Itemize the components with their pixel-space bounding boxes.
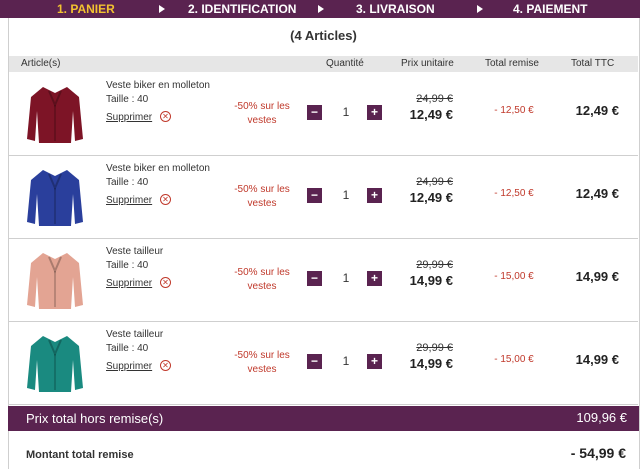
cart-table-header: Article(s) Quantité Prix unitaire Total … — [9, 56, 638, 72]
row-discount: - 12,50 € — [494, 105, 534, 116]
old-price: 24,99 € — [416, 176, 453, 188]
total-label: Prix total hors remise(s) — [26, 411, 164, 426]
remove-link[interactable]: Supprimer — [106, 112, 152, 123]
product-image[interactable] — [25, 247, 85, 313]
old-price: 24,99 € — [416, 93, 453, 105]
promo-label: -50% sur les vestes — [234, 101, 290, 126]
product-size: Taille : 40 — [106, 94, 149, 105]
promo-label: -50% sur les vestes — [234, 267, 290, 292]
remove-x-icon[interactable]: ✕ — [160, 194, 171, 205]
old-price: 29,99 € — [416, 259, 453, 271]
product-size: Taille : 40 — [106, 343, 149, 354]
remove-link[interactable]: Supprimer — [106, 361, 152, 372]
cart-row: Veste biker en molleton Taille : 40 Suppri… — [9, 73, 638, 156]
product-name[interactable]: Veste biker en molleton — [106, 163, 210, 174]
product-name[interactable]: Veste tailleur — [106, 329, 163, 340]
row-total: 14,99 € — [575, 269, 619, 284]
discount-total-value: - 54,99 € — [570, 445, 626, 461]
product-image[interactable] — [25, 81, 85, 147]
remove-x-icon[interactable]: ✕ — [160, 277, 171, 288]
quantity-decrease-button[interactable]: − — [307, 188, 322, 203]
quantity-value: 1 — [342, 271, 350, 285]
header-discount-total: Total remise — [485, 58, 539, 69]
total-bar: Prix total hors remise(s) 109,96 € — [8, 406, 639, 431]
total-value: 109,96 € — [576, 410, 627, 425]
header-article: Article(s) — [21, 58, 61, 69]
unit-price: 14,99 € — [409, 273, 453, 288]
product-name[interactable]: Veste tailleur — [106, 246, 163, 257]
remove-x-icon[interactable]: ✕ — [160, 360, 171, 371]
quantity-increase-button[interactable]: + — [367, 271, 382, 286]
row-total: 12,49 € — [575, 186, 619, 201]
step-arrow-icon — [477, 5, 483, 13]
row-total: 14,99 € — [575, 352, 619, 367]
step-livraison[interactable]: 3. LIVRAISON — [356, 0, 435, 18]
remove-x-icon[interactable]: ✕ — [160, 111, 171, 122]
quantity-value: 1 — [342, 105, 350, 119]
header-total-ttc: Total TTC — [571, 58, 615, 69]
quantity-value: 1 — [342, 188, 350, 202]
unit-price: 12,49 € — [409, 190, 453, 205]
product-name[interactable]: Veste biker en molleton — [106, 80, 210, 91]
quantity-decrease-button[interactable]: − — [307, 105, 322, 120]
row-discount: - 12,50 € — [494, 188, 534, 199]
step-identification[interactable]: 2. IDENTIFICATION — [188, 0, 296, 18]
product-image[interactable] — [25, 164, 85, 230]
step-paiement[interactable]: 4. PAIEMENT — [513, 0, 587, 18]
step-arrow-icon — [159, 5, 165, 13]
remove-link[interactable]: Supprimer — [106, 278, 152, 289]
cart-row: Veste tailleur Taille : 40 Supprimer ✕ -50% … — [9, 322, 638, 405]
quantity-decrease-button[interactable]: − — [307, 271, 322, 286]
unit-price: 14,99 € — [409, 356, 453, 371]
quantity-value: 1 — [342, 354, 350, 368]
article-count: (4 Articles) — [290, 28, 357, 43]
old-price: 29,99 € — [416, 342, 453, 354]
cart-row: Veste tailleur Taille : 40 Supprimer ✕ -50% … — [9, 239, 638, 322]
row-discount: - 15,00 € — [494, 271, 534, 282]
remove-link[interactable]: Supprimer — [106, 195, 152, 206]
step-panier[interactable]: 1. PANIER — [57, 0, 115, 18]
row-total: 12,49 € — [575, 103, 619, 118]
product-image[interactable] — [25, 330, 85, 396]
promo-label: -50% sur les vestes — [234, 350, 290, 375]
quantity-decrease-button[interactable]: − — [307, 354, 322, 369]
step-arrow-icon — [318, 5, 324, 13]
header-quantity: Quantité — [326, 58, 364, 69]
header-unit-price: Prix unitaire — [401, 58, 454, 69]
checkout-steps: 1. PANIER 2. IDENTIFICATION 3. LIVRAISON… — [0, 0, 640, 18]
quantity-increase-button[interactable]: + — [367, 354, 382, 369]
promo-label: -50% sur les vestes — [234, 184, 290, 209]
quantity-increase-button[interactable]: + — [367, 105, 382, 120]
cart-row: Veste biker en molleton Taille : 40 Suppri… — [9, 156, 638, 239]
quantity-increase-button[interactable]: + — [367, 188, 382, 203]
product-size: Taille : 40 — [106, 177, 149, 188]
unit-price: 12,49 € — [409, 107, 453, 122]
row-discount: - 15,00 € — [494, 354, 534, 365]
discount-total-label: Montant total remise — [26, 449, 134, 461]
product-size: Taille : 40 — [106, 260, 149, 271]
